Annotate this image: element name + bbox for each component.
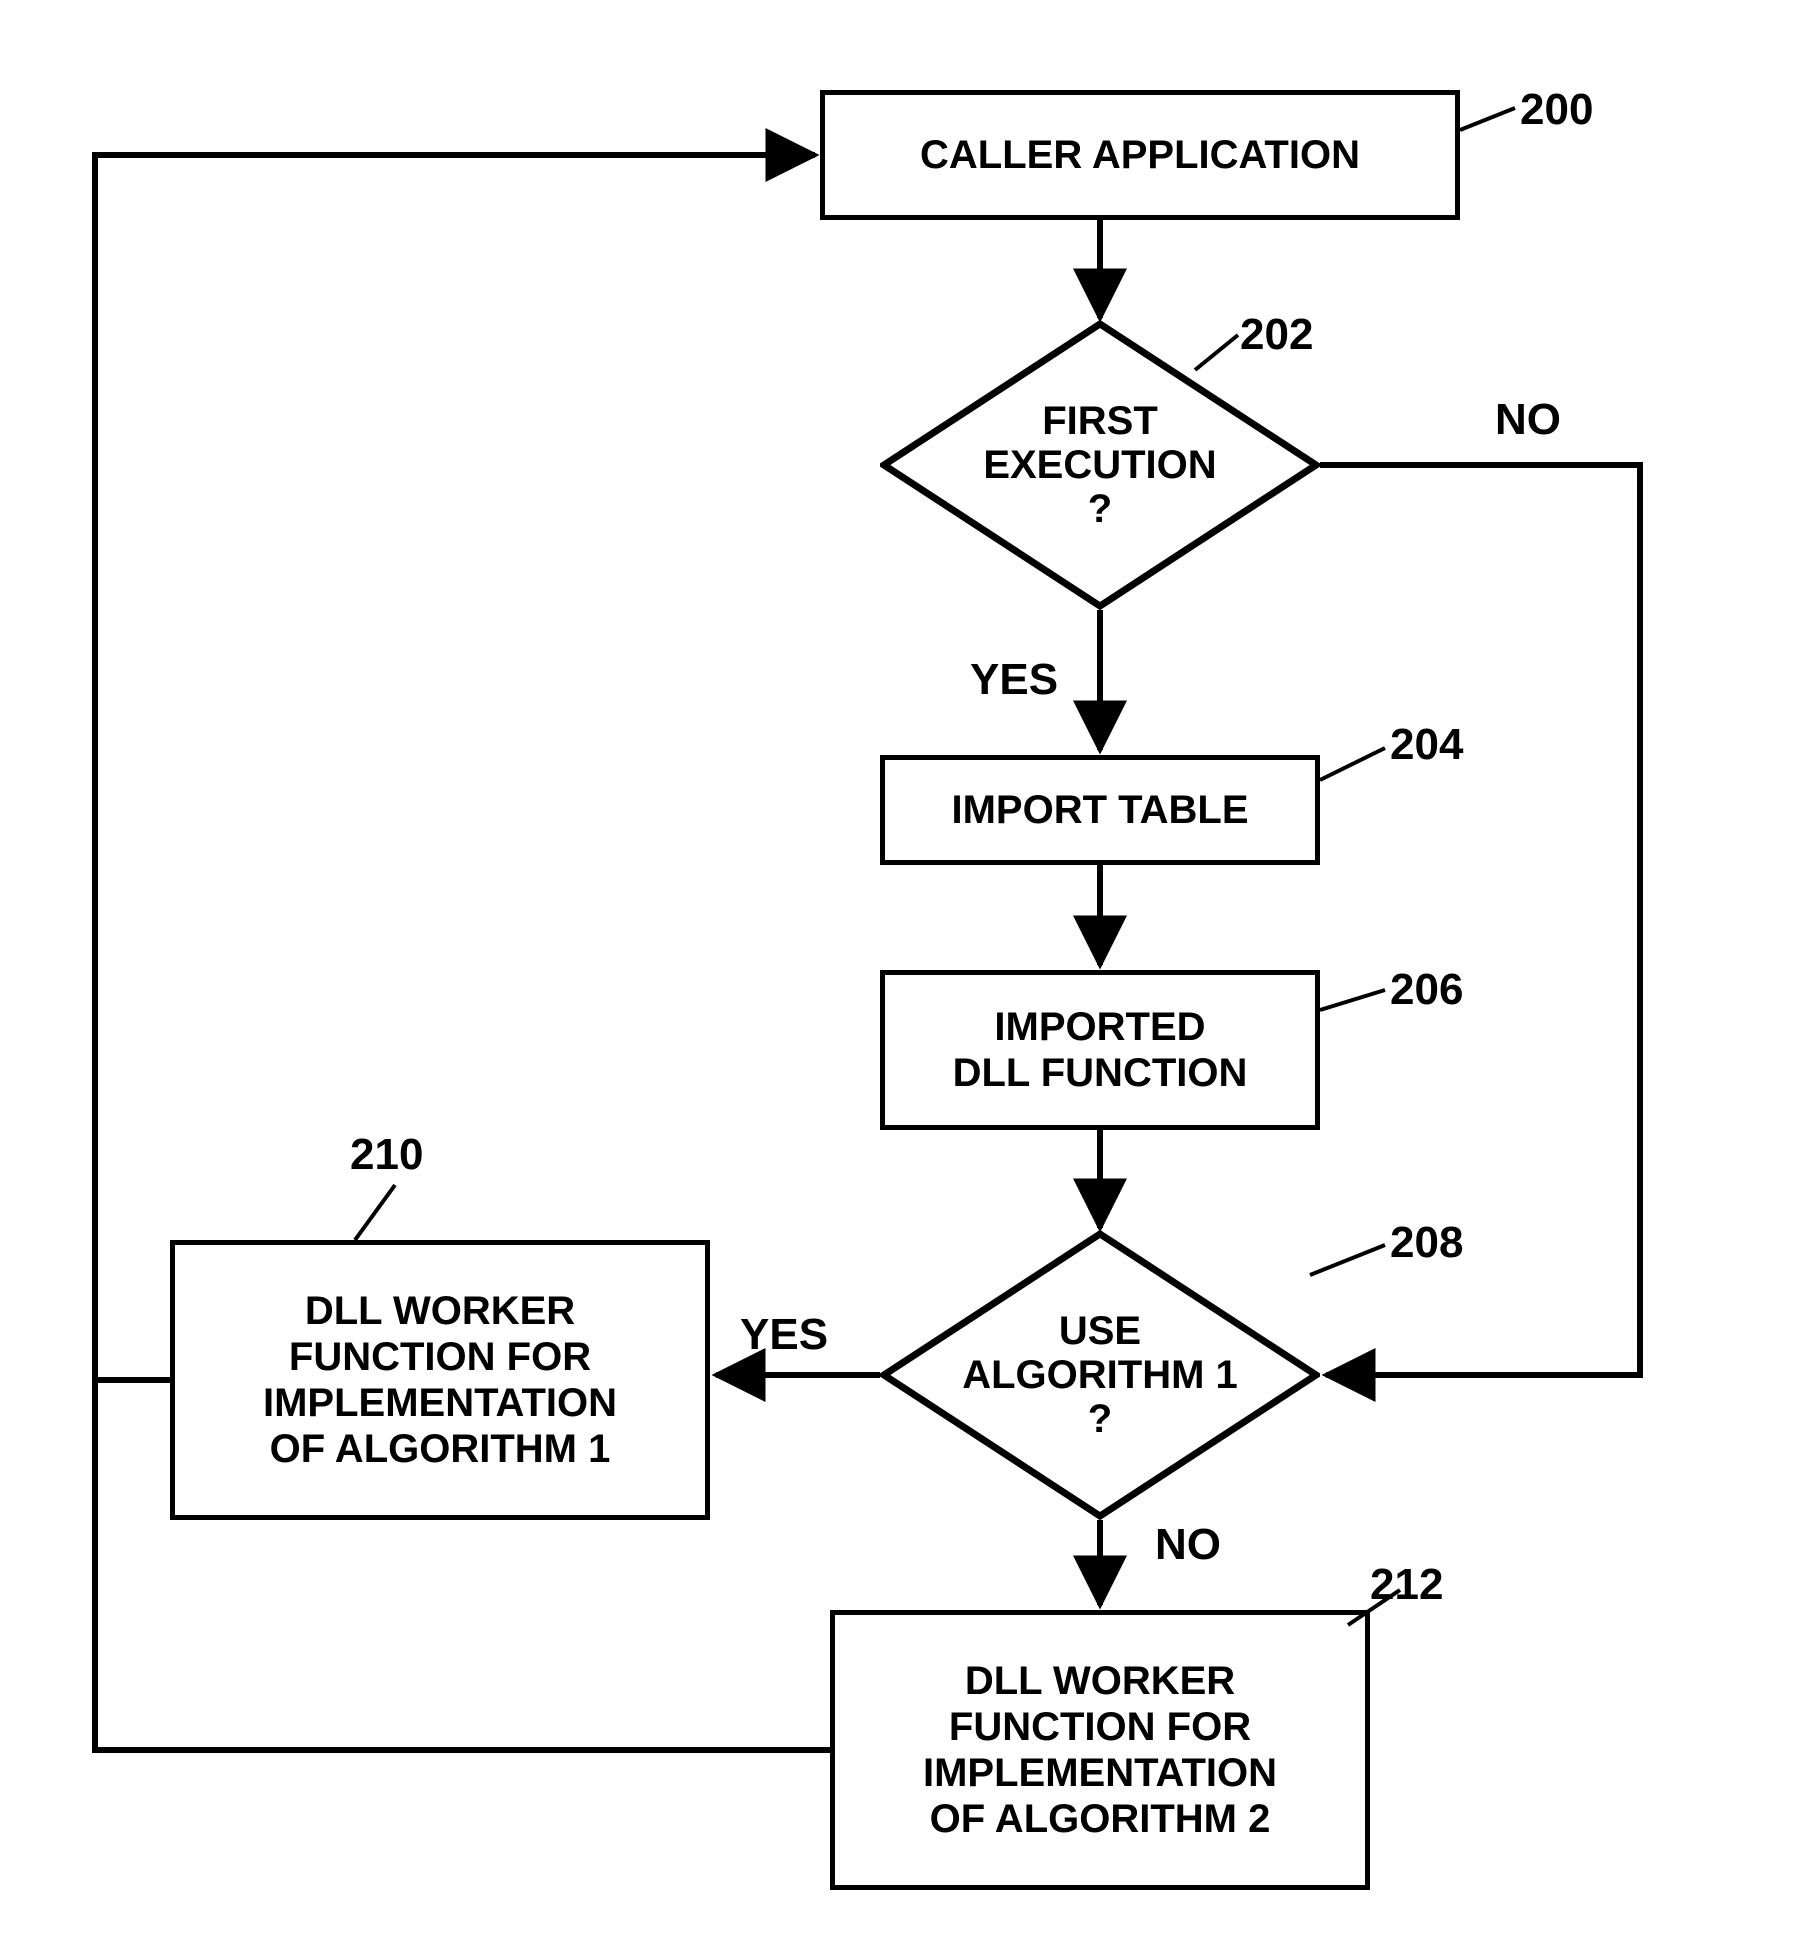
worker-algo1-box: DLL WORKER FUNCTION FOR IMPLEMENTATION O…: [170, 1240, 710, 1520]
ref-208: 208: [1390, 1218, 1463, 1268]
import-table-box: IMPORT TABLE: [880, 755, 1320, 865]
import-table-text: IMPORT TABLE: [951, 787, 1248, 833]
no-label-202: NO: [1495, 395, 1561, 445]
worker-algo1-text: DLL WORKER FUNCTION FOR IMPLEMENTATION O…: [263, 1288, 617, 1472]
worker-algo2-box: DLL WORKER FUNCTION FOR IMPLEMENTATION O…: [830, 1610, 1370, 1890]
imported-dll-text: IMPORTED DLL FUNCTION: [953, 1004, 1248, 1096]
ref-202: 202: [1240, 310, 1313, 360]
ref-212: 212: [1370, 1560, 1443, 1610]
use-algorithm-text: USE ALGORITHM 1 ?: [962, 1309, 1238, 1441]
worker-algo2-text: DLL WORKER FUNCTION FOR IMPLEMENTATION O…: [923, 1658, 1277, 1842]
ref-206: 206: [1390, 965, 1463, 1015]
ref-210: 210: [350, 1130, 423, 1180]
first-execution-text: FIRST EXECUTION ?: [983, 399, 1216, 531]
first-execution-diamond: FIRST EXECUTION ?: [880, 320, 1320, 610]
no-label-208: NO: [1155, 1520, 1221, 1570]
ref-200: 200: [1520, 85, 1593, 135]
caller-application-text: CALLER APPLICATION: [920, 132, 1360, 178]
imported-dll-box: IMPORTED DLL FUNCTION: [880, 970, 1320, 1130]
ref-204: 204: [1390, 720, 1463, 770]
yes-label-202: YES: [970, 655, 1058, 705]
caller-application-box: CALLER APPLICATION: [820, 90, 1460, 220]
use-algorithm-diamond: USE ALGORITHM 1 ?: [880, 1230, 1320, 1520]
yes-label-208: YES: [740, 1310, 828, 1360]
